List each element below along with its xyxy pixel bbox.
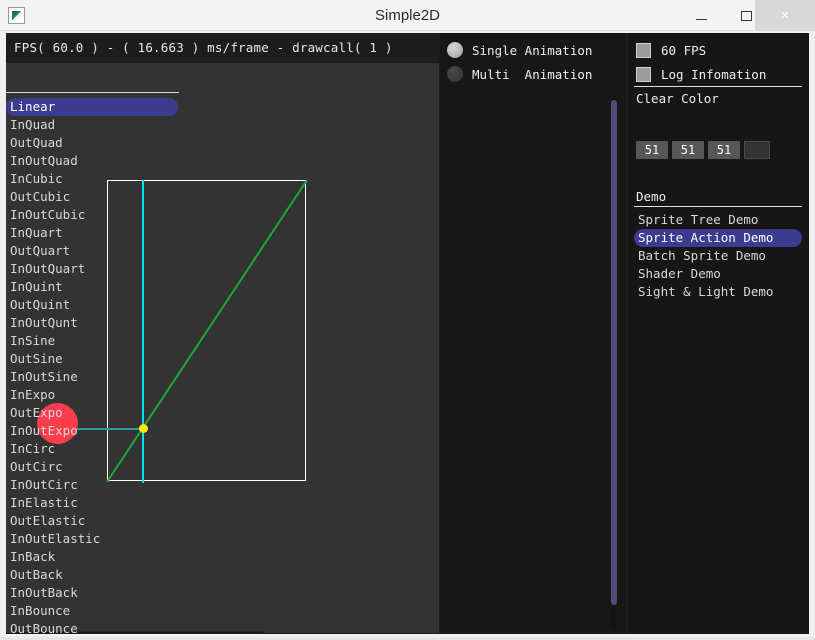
settings-panel: 60 FPS Log Infomation Clear Color 51 51 … [628,33,809,634]
easing-item[interactable]: OutBounce [6,620,186,634]
easing-item[interactable]: InExpo [6,386,186,404]
easing-item[interactable]: InOutExpo [6,422,186,440]
radio-icon [447,66,463,82]
easing-item[interactable]: InOutBack [6,584,186,602]
easing-item[interactable]: OutBack [6,566,186,584]
easing-item[interactable]: InOutCirc [6,476,186,494]
app-window: Simple2D × FPS( 60.0 ) - ( 16.663 ) ms/f… [0,0,815,640]
easing-item[interactable]: OutSine [6,350,186,368]
divider [634,86,802,87]
clear-color-fields: 51 51 51 [636,141,770,159]
clear-color-swatch[interactable] [744,141,770,159]
easing-item[interactable]: InCirc [6,440,186,458]
demo-item[interactable]: Sprite Tree Demo [634,211,806,229]
minimize-button[interactable] [679,0,724,31]
clear-color-g[interactable]: 51 [672,141,704,159]
easing-item[interactable]: InOutQunt [6,314,186,332]
easing-item[interactable]: OutExpo [6,404,186,422]
easing-item[interactable]: InCubic [6,170,186,188]
clear-color-label: Clear Color [636,91,719,106]
toggle-60-fps[interactable]: 60 FPS [628,38,809,62]
easing-item[interactable]: OutQuint [6,296,186,314]
divider [6,92,179,93]
easing-panel: Single Animation Multi Animation [440,33,626,634]
demo-label: Demo [636,189,667,204]
divider [634,206,802,207]
radio-single-animation[interactable]: Single Animation [440,38,626,62]
easing-item[interactable]: OutQuart [6,242,186,260]
checkbox-icon [636,42,651,58]
easing-item[interactable]: OutCirc [6,458,186,476]
radio-label: Multi Animation [472,66,593,82]
toggle-log-information[interactable]: Log Infomation [628,62,809,86]
easing-item[interactable]: InOutCubic [6,206,186,224]
easing-item[interactable]: InQuad [6,116,186,134]
clear-color-r[interactable]: 51 [636,141,668,159]
demo-item[interactable]: Batch Sprite Demo [634,247,806,265]
toggle-label: Log Infomation [661,66,767,82]
checkbox-icon [636,66,651,82]
easing-item[interactable]: OutElastic [6,512,186,530]
close-icon: × [780,7,790,24]
easing-item[interactable]: InOutElastic [6,530,186,548]
performance-stats: FPS( 60.0 ) - ( 16.663 ) ms/frame - draw… [6,33,439,62]
easing-item[interactable]: InBounce [6,602,186,620]
toggle-label: 60 FPS [661,42,707,58]
easing-item[interactable]: InOutQuad [6,152,186,170]
easing-item[interactable]: Linear [6,98,178,116]
demo-list[interactable]: Sprite Tree Demo Sprite Action Demo Batch … [634,211,806,301]
easing-item[interactable]: OutQuad [6,134,186,152]
easing-item[interactable]: InElastic [6,494,186,512]
title-bar: Simple2D × [0,0,815,31]
easing-item[interactable]: InOutSine [6,368,186,386]
easing-item[interactable]: InOutQuart [6,260,186,278]
easing-item[interactable]: InBack [6,548,186,566]
demo-item[interactable]: Shader Demo [634,265,806,283]
radio-label: Single Animation [472,42,593,58]
easing-item[interactable]: InQuint [6,278,186,296]
easing-list[interactable]: Linear InQuad OutQuad InOutQuad InCubic OutCu… [6,98,186,634]
radio-icon [447,42,463,58]
easing-item[interactable]: OutCubic [6,188,186,206]
clear-color-b[interactable]: 51 [708,141,740,159]
easing-item[interactable]: InQuart [6,224,186,242]
radio-multi-animation[interactable]: Multi Animation [440,62,626,86]
demo-item[interactable]: Sight & Light Demo [634,283,806,301]
close-button[interactable]: × [755,0,815,31]
demo-item[interactable]: Sprite Action Demo [634,229,802,247]
easing-scrollbar-thumb[interactable] [611,100,617,605]
easing-item[interactable]: InSine [6,332,186,350]
